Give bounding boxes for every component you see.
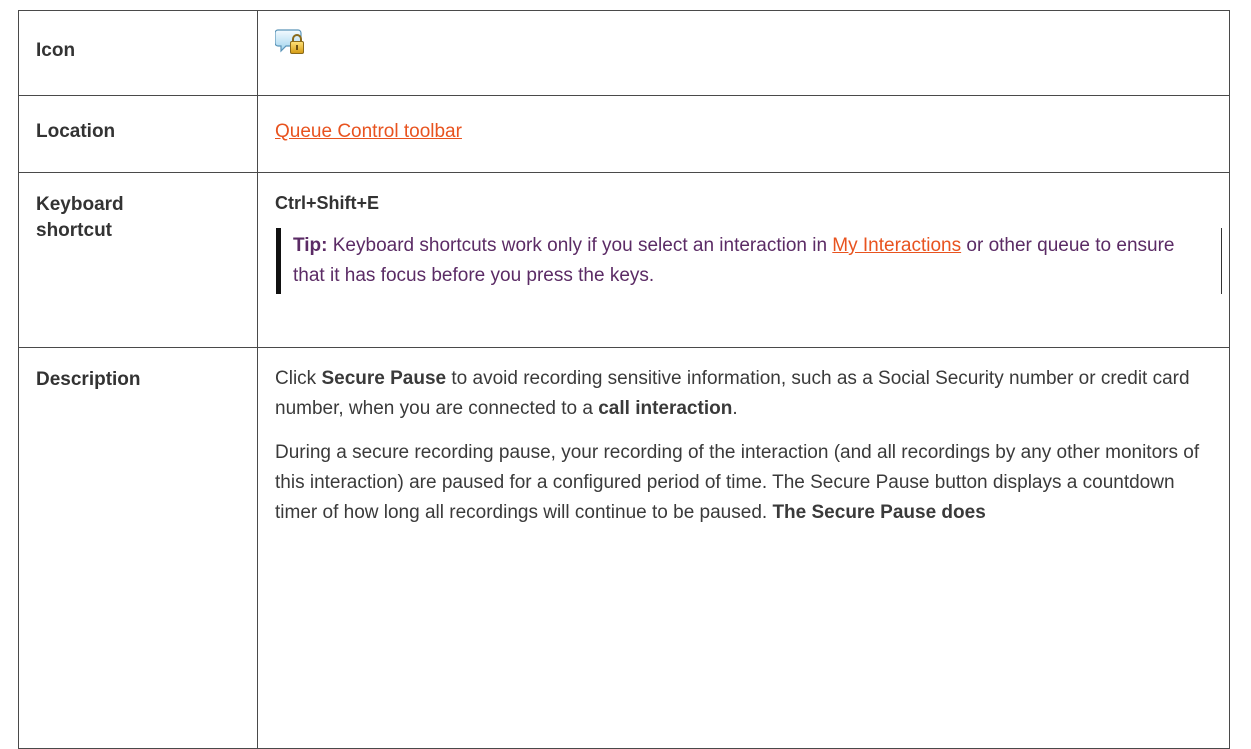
text: . [732,398,738,419]
table-row-description: Description Click Secure Pause to avoid … [18,347,1230,749]
my-interactions-link[interactable]: My Interactions [832,235,961,256]
label-cell: Description [18,347,258,749]
label-cell: Location [18,95,258,173]
row-label-description: Description [36,369,141,390]
tip-label: Tip: [293,235,328,256]
row-label-icon: Icon [36,40,76,61]
text: During a secure recording pause, your re… [275,442,1200,523]
table-row-keyboard-shortcut: Keyboard shortcut Ctrl+Shift+E Tip: Keyb… [18,172,1230,348]
value-cell: Ctrl+Shift+E Tip: Keyboard shortcuts wor… [257,172,1230,348]
description-paragraph-2: During a secure recording pause, your re… [275,438,1211,528]
call-interaction-term: call interaction [598,398,733,419]
properties-table: Icon Location Queue Control toolbar Keyb… [18,10,1230,749]
description-paragraph-1: Click Secure Pause to avoid recording se… [275,364,1211,424]
row-label-location: Location [36,121,116,142]
table-row-icon: Icon [18,10,1230,96]
value-cell [257,10,1230,96]
tip-box: Tip: Keyboard shortcuts work only if you… [276,228,1222,294]
secure-pause-note: The Secure Pause does [772,502,986,523]
label-cell: Icon [18,10,258,96]
table-row-location: Location Queue Control toolbar [18,95,1230,173]
text: Click [275,368,322,389]
keyboard-shortcut-value: Ctrl+Shift+E [275,193,380,213]
label-cell: Keyboard shortcut [18,172,258,348]
value-cell: Queue Control toolbar [257,95,1230,173]
tip-text: Keyboard shortcuts work only if you sele… [327,235,833,256]
row-label-keyboard-shortcut: Keyboard shortcut [36,194,124,241]
secure-pause-icon [274,29,307,62]
queue-control-toolbar-link[interactable]: Queue Control toolbar [275,121,462,142]
secure-pause-term: Secure Pause [321,368,447,389]
value-cell: Click Secure Pause to avoid recording se… [257,347,1230,749]
